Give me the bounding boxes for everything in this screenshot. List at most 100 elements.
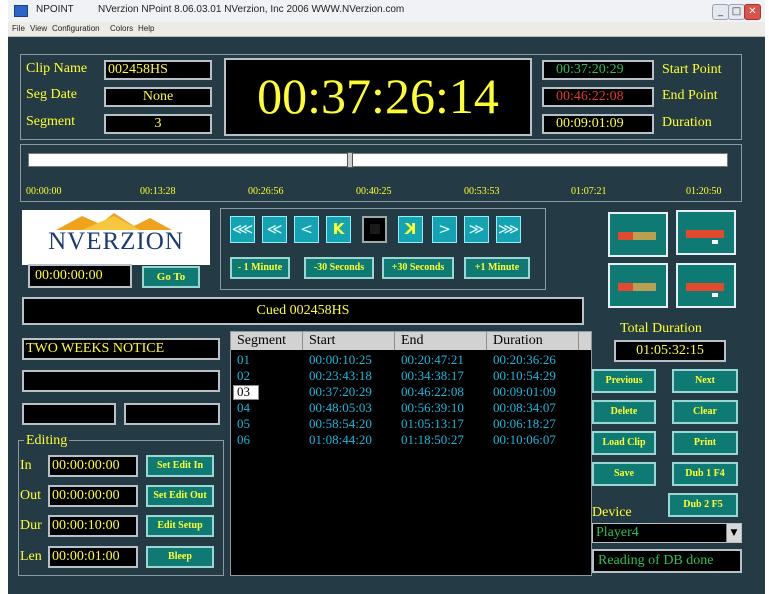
menu-bar: File View Configuration Colors Help bbox=[8, 22, 765, 37]
minimize-button[interactable]: _ bbox=[712, 4, 729, 20]
table-cell[interactable]: 03 bbox=[237, 384, 250, 400]
table-cell[interactable]: 01:18:50:27 bbox=[401, 432, 464, 448]
edit-setup-button[interactable]: Edit Setup bbox=[146, 515, 214, 537]
bleep-button[interactable]: Bleep bbox=[146, 546, 214, 568]
segments-table[interactable]: Segment Start End Duration 01 00:00:10:25… bbox=[230, 331, 592, 576]
table-cell[interactable]: 00:34:38:17 bbox=[401, 368, 464, 384]
table-cell[interactable]: 00:37:20:29 bbox=[309, 384, 372, 400]
table-cell[interactable]: 00:58:54:20 bbox=[309, 416, 372, 432]
print-button[interactable]: Print bbox=[672, 431, 738, 455]
status-button-2[interactable] bbox=[676, 210, 736, 255]
blank-field-3[interactable] bbox=[124, 403, 220, 425]
editing-label: Editing bbox=[24, 433, 70, 449]
table-cell[interactable]: 02 bbox=[237, 368, 250, 384]
goto-timecode-field[interactable]: 00:00:00:00 bbox=[28, 264, 132, 288]
table-cell[interactable]: 01 bbox=[237, 352, 250, 368]
clip-name-label: Clip Name bbox=[26, 61, 88, 76]
forward-to-end-icon[interactable]: ⋙ bbox=[496, 216, 521, 243]
level-bar-icon bbox=[618, 232, 656, 240]
clip-name-field[interactable]: 002458HS bbox=[104, 60, 212, 80]
npoint-window: NPOINT NVerzion NPoint 8.06.03.01 NVerzi… bbox=[8, 0, 765, 594]
maximize-button[interactable]: □ bbox=[728, 4, 745, 20]
edit-dur-field[interactable]: 00:00:10:00 bbox=[48, 515, 138, 537]
chevron-down-icon[interactable]: ▼ bbox=[726, 524, 741, 542]
menu-view[interactable]: View bbox=[30, 24, 47, 33]
seg-date-label: Seg Date bbox=[26, 87, 77, 102]
column-header-duration[interactable]: Duration bbox=[487, 332, 579, 350]
edit-in-field[interactable]: 00:00:00:00 bbox=[48, 455, 138, 477]
column-header-segment[interactable]: Segment bbox=[231, 332, 303, 350]
start-point-field[interactable]: 00:37:20:29 bbox=[542, 60, 654, 80]
table-cell[interactable]: 00:23:43:18 bbox=[309, 368, 372, 384]
table-cell[interactable]: 01:05:13:17 bbox=[401, 416, 464, 432]
end-point-field[interactable]: 00:46:22:08 bbox=[542, 87, 654, 107]
mark-in-icon[interactable]: K bbox=[326, 216, 351, 243]
blank-field-1[interactable] bbox=[22, 370, 220, 392]
set-edit-out-button[interactable]: Set Edit Out bbox=[146, 485, 214, 507]
plus-1-minute-button[interactable]: +1 Minute bbox=[464, 257, 530, 279]
menu-configuration[interactable]: Configuration bbox=[52, 24, 100, 33]
menu-help[interactable]: Help bbox=[138, 24, 154, 33]
table-cell[interactable]: 00:06:18:27 bbox=[493, 416, 556, 432]
mark-out-icon[interactable]: K bbox=[398, 216, 423, 243]
table-cell[interactable]: 00:09:01:09 bbox=[493, 384, 556, 400]
step-forward-icon[interactable]: > bbox=[432, 216, 457, 243]
next-button[interactable]: Next bbox=[672, 369, 738, 393]
status-button-3[interactable] bbox=[608, 263, 668, 308]
status-button-4[interactable] bbox=[676, 263, 736, 308]
timeline-track[interactable] bbox=[28, 152, 728, 168]
rewind-to-start-icon[interactable]: ⋘ bbox=[230, 216, 255, 243]
minus-1-minute-button[interactable]: - 1 Minute bbox=[230, 257, 290, 279]
table-cell[interactable]: 01:08:44:20 bbox=[309, 432, 372, 448]
blank-field-2[interactable] bbox=[22, 403, 116, 425]
table-cell[interactable]: 00:48:05:03 bbox=[309, 400, 372, 416]
table-cell[interactable]: 00:56:39:10 bbox=[401, 400, 464, 416]
table-cell[interactable]: 00:08:34:07 bbox=[493, 400, 556, 416]
set-edit-in-button[interactable]: Set Edit In bbox=[146, 455, 214, 477]
timeline-thumb[interactable] bbox=[347, 152, 353, 168]
clear-button[interactable]: Clear bbox=[672, 400, 738, 424]
fast-rewind-icon[interactable]: ≪ bbox=[262, 216, 287, 243]
edit-len-field[interactable]: 00:00:01:00 bbox=[48, 546, 138, 568]
table-cell[interactable]: 00:46:22:08 bbox=[401, 384, 464, 400]
seg-date-field[interactable]: None bbox=[104, 87, 212, 107]
table-cell[interactable]: 00:10:54:29 bbox=[493, 368, 556, 384]
table-cell[interactable]: 04 bbox=[237, 400, 250, 416]
timeline-tick: 00:40:25 bbox=[356, 186, 392, 197]
level-bar-icon bbox=[618, 283, 656, 291]
end-point-label: End Point bbox=[662, 88, 718, 103]
table-cell[interactable]: 00:20:47:21 bbox=[401, 352, 464, 368]
program-title-field[interactable]: TWO WEEKS NOTICE bbox=[22, 338, 220, 360]
load-clip-button[interactable]: Load Clip bbox=[592, 431, 656, 455]
go-to-button[interactable]: Go To bbox=[142, 266, 200, 288]
table-cell[interactable]: 05 bbox=[237, 416, 250, 432]
minus-30-seconds-button[interactable]: -30 Seconds bbox=[304, 257, 374, 279]
marker-icon bbox=[712, 293, 718, 297]
segment-field[interactable]: 3 bbox=[104, 114, 212, 134]
edit-out-field[interactable]: 00:00:00:00 bbox=[48, 485, 138, 507]
plus-30-seconds-button[interactable]: +30 Seconds bbox=[382, 257, 454, 279]
column-header-start[interactable]: Start bbox=[303, 332, 395, 350]
device-select[interactable]: Player4 ▼ bbox=[592, 523, 742, 543]
previous-button[interactable]: Previous bbox=[592, 369, 656, 393]
table-cell[interactable]: 00:10:06:07 bbox=[493, 432, 556, 448]
close-button[interactable]: ✕ bbox=[744, 4, 761, 20]
len-label: Len bbox=[20, 549, 42, 564]
dub1-button[interactable]: Dub 1 F4 bbox=[672, 462, 738, 486]
duration-field[interactable]: 00:09:01:09 bbox=[542, 114, 654, 134]
dub2-button[interactable]: Dub 2 F5 bbox=[668, 493, 738, 517]
step-back-icon[interactable]: < bbox=[294, 216, 319, 243]
fast-forward-icon[interactable]: ≫ bbox=[464, 216, 489, 243]
stop-icon[interactable] bbox=[362, 216, 387, 243]
column-header-end[interactable]: End bbox=[395, 332, 487, 350]
delete-button[interactable]: Delete bbox=[592, 400, 656, 424]
menu-file[interactable]: File bbox=[12, 24, 25, 33]
logo-text: NVERZION bbox=[48, 228, 184, 255]
table-cell[interactable]: 00:20:36:26 bbox=[493, 352, 556, 368]
table-cell[interactable]: 00:00:10:25 bbox=[309, 352, 372, 368]
save-button[interactable]: Save bbox=[592, 462, 656, 486]
status-button-1[interactable] bbox=[608, 212, 668, 257]
table-cell[interactable]: 06 bbox=[237, 432, 250, 448]
menu-colors[interactable]: Colors bbox=[110, 24, 133, 33]
title-bar[interactable]: NPOINT NVerzion NPoint 8.06.03.01 NVerzi… bbox=[8, 0, 765, 23]
